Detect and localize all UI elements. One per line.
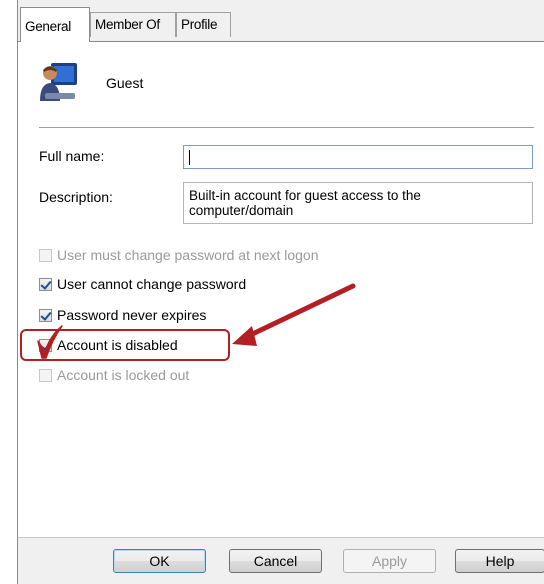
cancel-button[interactable]: Cancel xyxy=(229,549,322,573)
user-account-icon xyxy=(39,59,79,103)
help-button[interactable]: Help xyxy=(455,549,544,573)
checkbox-label: Password never expires xyxy=(57,307,207,323)
annotation-highlight-box xyxy=(20,329,230,361)
full-name-field[interactable] xyxy=(183,145,533,169)
general-panel: Guest Full name: Description: Built-in a… xyxy=(18,41,544,538)
tab-strip: General Member Of Profile xyxy=(18,0,544,42)
tab-profile[interactable]: Profile xyxy=(176,12,231,37)
tab-member-of[interactable]: Member Of xyxy=(90,12,176,37)
cannot-change-password-checkbox[interactable] xyxy=(39,277,52,291)
user-name: Guest xyxy=(106,75,144,91)
text-caret xyxy=(189,149,190,165)
must-change-password-checkbox[interactable] xyxy=(39,248,52,262)
full-name-label: Full name: xyxy=(39,148,105,164)
checkbox-row-locked-out[interactable]: Account is locked out xyxy=(39,366,189,384)
account-locked-out-checkbox[interactable] xyxy=(39,368,52,382)
checkbox-label: User cannot change password xyxy=(57,276,247,292)
checkbox-row-never-expires[interactable]: Password never expires xyxy=(39,306,206,324)
properties-dialog: General Member Of Profile Guest Full nam… xyxy=(17,0,544,584)
apply-button[interactable]: Apply xyxy=(343,549,436,573)
checkbox-row-cannot-change[interactable]: User cannot change password xyxy=(39,275,246,293)
tab-general[interactable]: General xyxy=(20,7,90,42)
checkbox-label: User must change password at next logon xyxy=(57,247,319,263)
password-never-expires-checkbox[interactable] xyxy=(39,308,52,322)
description-label: Description: xyxy=(39,189,113,205)
ok-button[interactable]: OK xyxy=(113,549,206,573)
description-field[interactable]: Built-in account for guest access to the… xyxy=(183,182,533,224)
checkbox-label: Account is locked out xyxy=(57,367,190,383)
divider xyxy=(39,127,534,128)
checkbox-row-must-change[interactable]: User must change password at next logon xyxy=(39,246,318,264)
